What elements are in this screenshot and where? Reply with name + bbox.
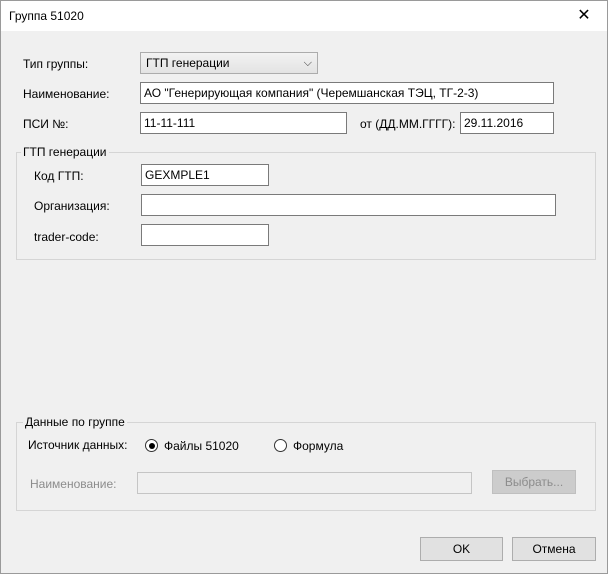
gtp-code-field[interactable]: GEXMPLE1 [141, 164, 269, 186]
chevron-down-icon: ⌵ [303, 57, 312, 69]
dialog-window: Группа 51020 ✕ Тип группы: ГТП генерации… [0, 0, 608, 574]
title-bar: Группа 51020 ✕ [1, 1, 607, 31]
psi-field[interactable]: 11-11-111 [140, 112, 347, 134]
trader-code-label: trader-code: [34, 230, 99, 244]
group-type-label: Тип группы: [23, 57, 89, 71]
gtp-groupbox-caption: ГТП генерации [21, 145, 109, 159]
radio-files-label: Файлы 51020 [164, 439, 239, 453]
cancel-button[interactable]: Отмена [512, 537, 596, 561]
radio-unchecked-icon [274, 439, 287, 452]
radio-checked-icon [145, 439, 158, 452]
choose-button[interactable]: Выбрать... [492, 470, 576, 494]
trader-code-field[interactable] [141, 224, 269, 246]
data-name-label: Наименование: [30, 477, 117, 491]
radio-formula[interactable]: Формула [274, 438, 364, 454]
name-label: Наименование: [23, 87, 110, 101]
name-field[interactable]: АО "Генерирующая компания" (Черемшанская… [140, 82, 554, 104]
psi-label: ПСИ №: [23, 117, 69, 131]
date-label: от (ДД.ММ.ГГГГ): [360, 117, 456, 131]
radio-formula-label: Формула [293, 439, 344, 453]
data-source-label: Источник данных: [28, 438, 128, 452]
gtp-code-label: Код ГТП: [34, 169, 84, 183]
close-icon[interactable]: ✕ [561, 1, 607, 31]
organization-field[interactable] [141, 194, 556, 216]
ok-button[interactable]: OK [420, 537, 503, 561]
window-title: Группа 51020 [9, 9, 84, 23]
data-name-field[interactable] [137, 472, 472, 494]
data-groupbox-caption: Данные по группе [23, 415, 127, 429]
data-groupbox [16, 422, 596, 511]
group-type-value: ГТП генерации [146, 56, 230, 70]
radio-files-51020[interactable]: Файлы 51020 [145, 438, 255, 454]
group-type-select[interactable]: ГТП генерации ⌵ [140, 52, 318, 74]
date-field[interactable]: 29.11.2016 [460, 112, 554, 134]
organization-label: Организация: [34, 199, 110, 213]
